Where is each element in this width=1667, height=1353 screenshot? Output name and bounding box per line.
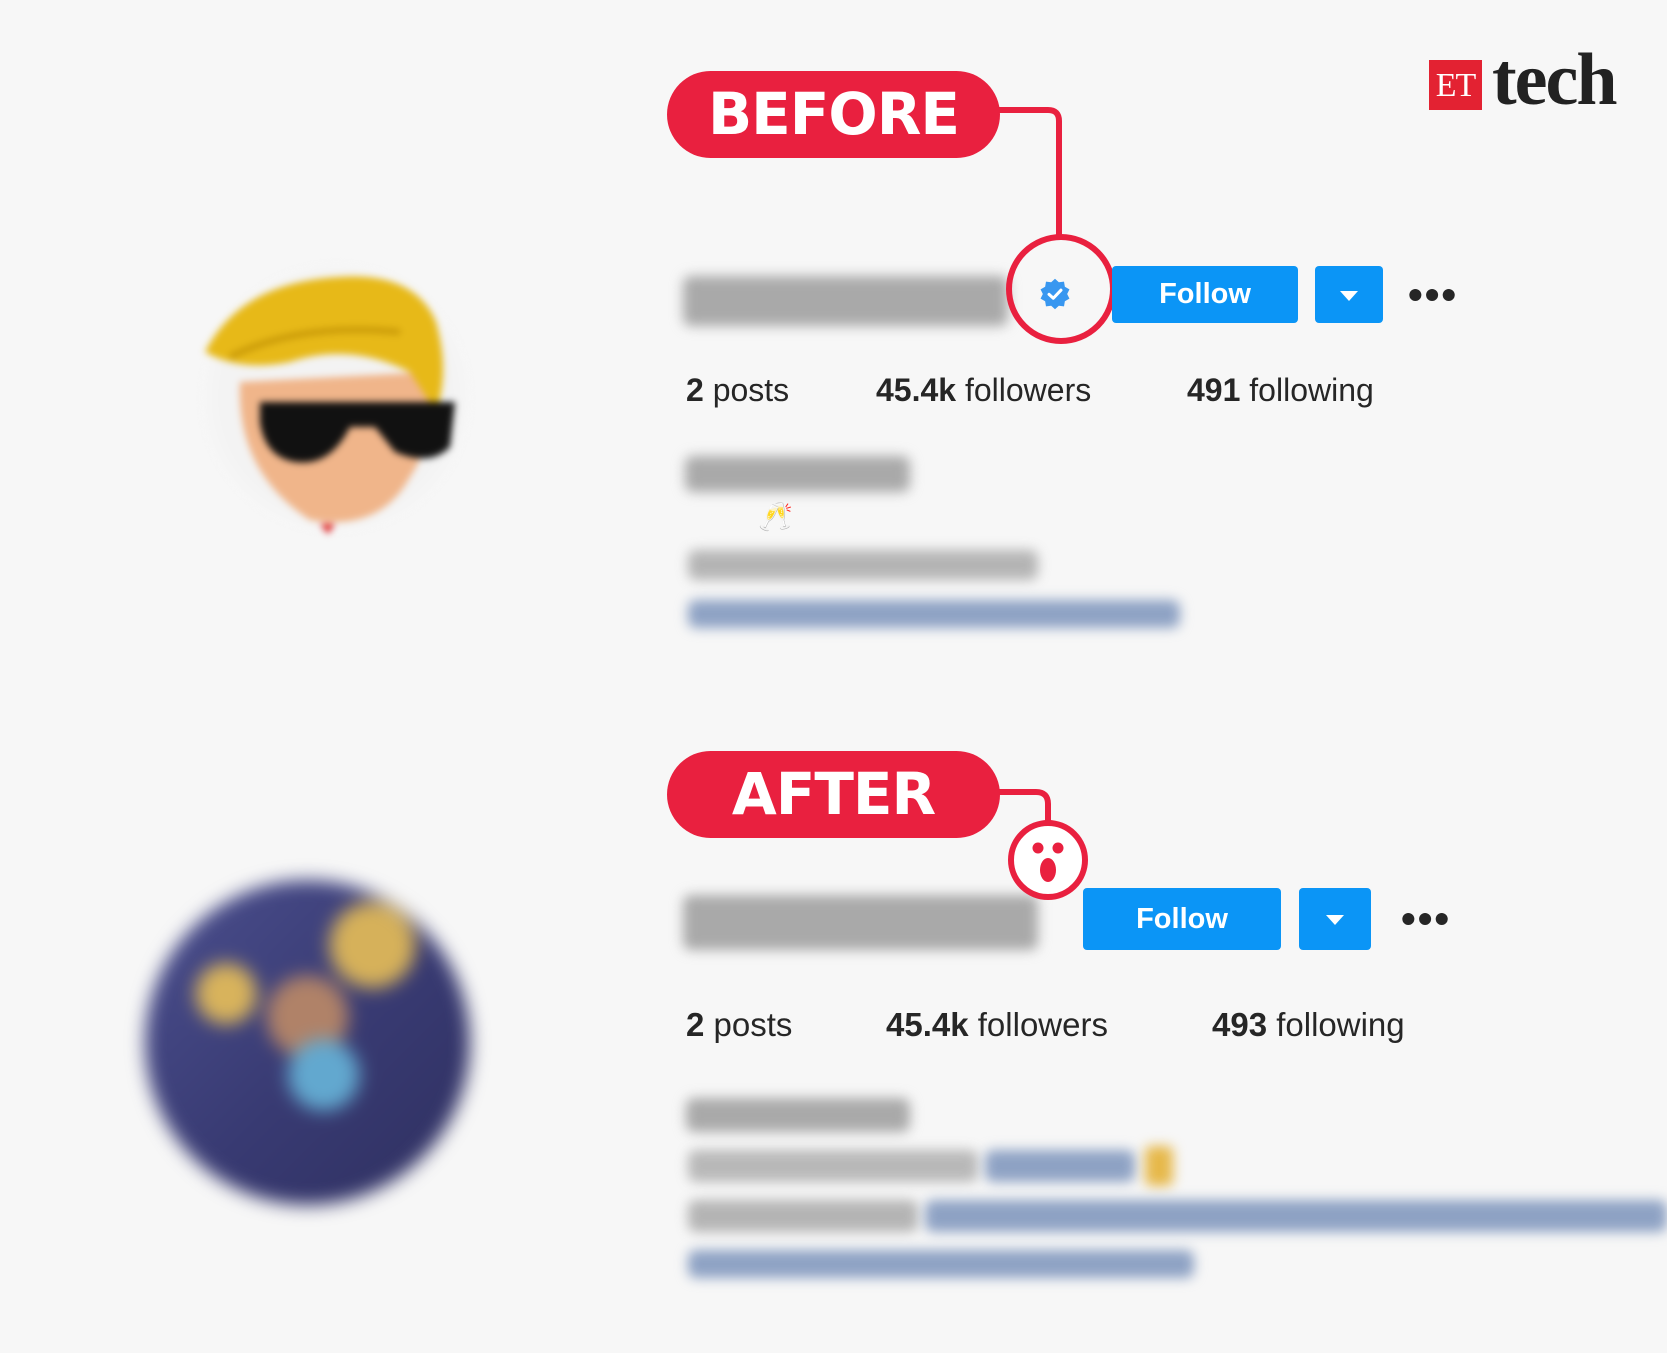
before-connector-line	[998, 107, 1062, 238]
after-posts-label: posts	[704, 1006, 793, 1043]
before-bio-link-blurred[interactable]	[688, 600, 1180, 628]
after-profile-avatar[interactable]	[145, 880, 470, 1205]
before-following-count: 491	[1187, 372, 1241, 408]
after-bio-line1-blurred	[688, 1150, 978, 1182]
before-following-label: following	[1240, 372, 1374, 408]
after-connector-line	[998, 789, 1051, 822]
after-followers-count: 45.4k	[886, 1006, 969, 1043]
after-bio-mention-blurred[interactable]	[985, 1150, 1135, 1182]
after-display-name-blurred	[686, 1098, 910, 1132]
chevron-down-icon	[1326, 915, 1344, 925]
before-following-stat[interactable]: 491 following	[1187, 372, 1374, 409]
before-posts-count: 2	[686, 372, 704, 408]
after-bio-link-blurred[interactable]	[688, 1250, 1194, 1278]
trophy-icon	[1145, 1146, 1173, 1186]
after-following-stat[interactable]: 493 following	[1212, 1006, 1405, 1044]
et-logo-mark: ET	[1429, 60, 1482, 110]
after-posts-count: 2	[686, 1006, 705, 1043]
before-display-name-blurred	[685, 456, 910, 492]
before-followers-stat[interactable]: 45.4k followers	[876, 372, 1091, 409]
before-username-blurred	[683, 276, 1008, 326]
before-posts-stat: 2 posts	[686, 372, 789, 409]
before-bio-emoji: 🥂	[758, 500, 793, 533]
before-suggested-dropdown-button[interactable]	[1315, 266, 1383, 323]
after-following-label: following	[1267, 1006, 1405, 1043]
after-more-options-button[interactable]: •••	[1401, 898, 1451, 940]
et-logo-wordmark: tech	[1492, 39, 1617, 121]
after-username-blurred	[683, 895, 1038, 950]
wsb-mascot-icon	[205, 276, 455, 534]
after-callout-label: AFTER	[667, 751, 1000, 838]
after-bio-line2-blurred	[688, 1200, 918, 1232]
before-bio-line-blurred	[688, 550, 1038, 580]
after-following-count: 493	[1212, 1006, 1268, 1043]
after-posts-stat: 2 posts	[686, 1006, 792, 1044]
verified-badge-icon	[1040, 278, 1070, 310]
before-followers-label: followers	[956, 372, 1092, 408]
after-follow-button[interactable]: Follow	[1083, 888, 1281, 950]
before-more-options-button[interactable]: •••	[1408, 274, 1458, 316]
before-callout-label: BEFORE	[667, 71, 1000, 158]
before-followers-count: 45.4k	[876, 372, 957, 408]
before-posts-label: posts	[703, 372, 790, 408]
after-followers-stat[interactable]: 45.4k followers	[886, 1006, 1108, 1044]
surprised-emoji-icon	[1032, 842, 1064, 882]
after-suggested-dropdown-button[interactable]	[1299, 888, 1371, 950]
after-followers-label: followers	[968, 1006, 1108, 1043]
before-follow-button[interactable]: Follow	[1112, 266, 1298, 323]
shocked-face-icon	[1008, 820, 1088, 900]
before-profile-avatar[interactable]	[200, 262, 472, 534]
after-bio-mentions-blurred[interactable]	[925, 1200, 1667, 1232]
chevron-down-icon	[1340, 290, 1358, 301]
